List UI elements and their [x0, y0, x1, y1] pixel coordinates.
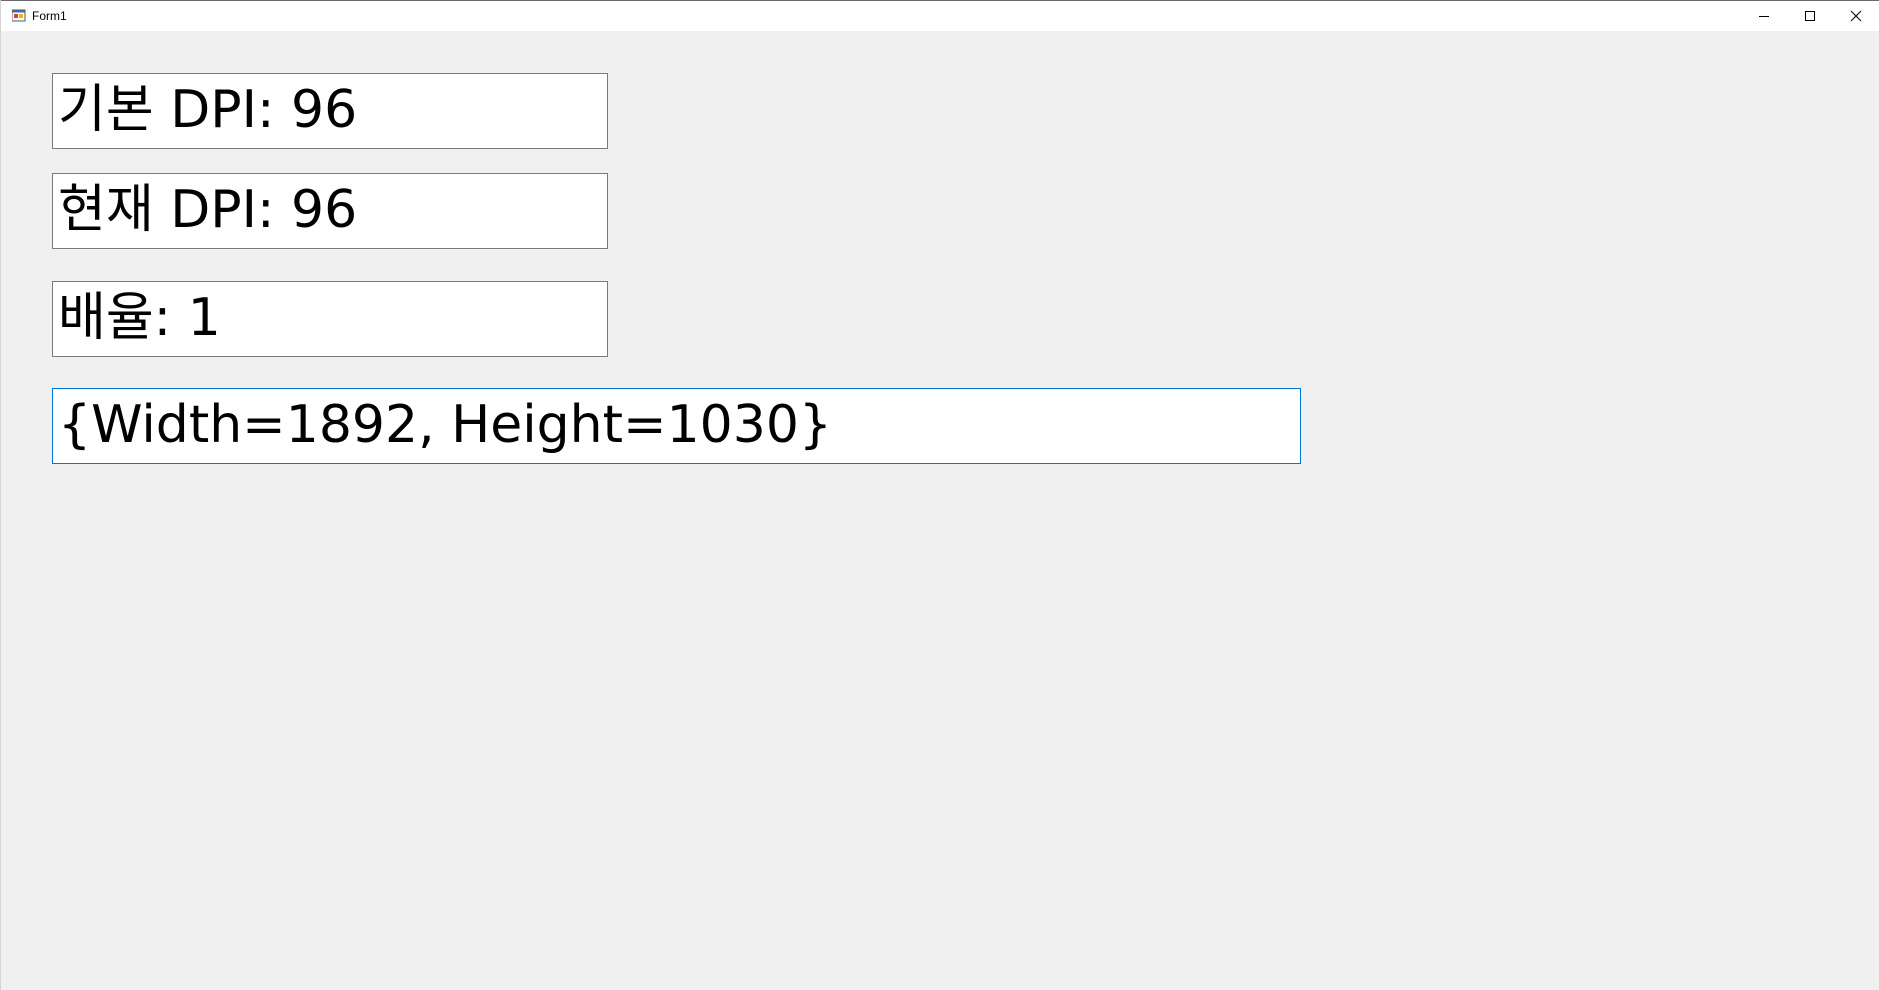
maximize-icon — [1805, 11, 1815, 21]
app-icon[interactable] — [12, 9, 26, 23]
maximize-button[interactable] — [1787, 1, 1833, 31]
form-window: Form1 기본 DPI: 96 현재 DPI: 96 배율: 1 {Width… — [0, 0, 1879, 990]
minimize-button[interactable] — [1741, 1, 1787, 31]
minimize-icon — [1759, 16, 1769, 17]
close-icon — [1850, 10, 1862, 22]
window-title: Form1 — [32, 9, 67, 23]
current-dpi-textbox[interactable]: 현재 DPI: 96 — [52, 173, 608, 249]
close-button[interactable] — [1833, 1, 1879, 31]
form-client-area: 기본 DPI: 96 현재 DPI: 96 배율: 1 {Width=1892,… — [2, 31, 1879, 990]
size-textbox[interactable]: {Width=1892, Height=1030} — [52, 388, 1301, 464]
base-dpi-textbox[interactable]: 기본 DPI: 96 — [52, 73, 608, 149]
title-bar[interactable]: Form1 — [1, 0, 1879, 31]
scale-textbox[interactable]: 배율: 1 — [52, 281, 608, 357]
